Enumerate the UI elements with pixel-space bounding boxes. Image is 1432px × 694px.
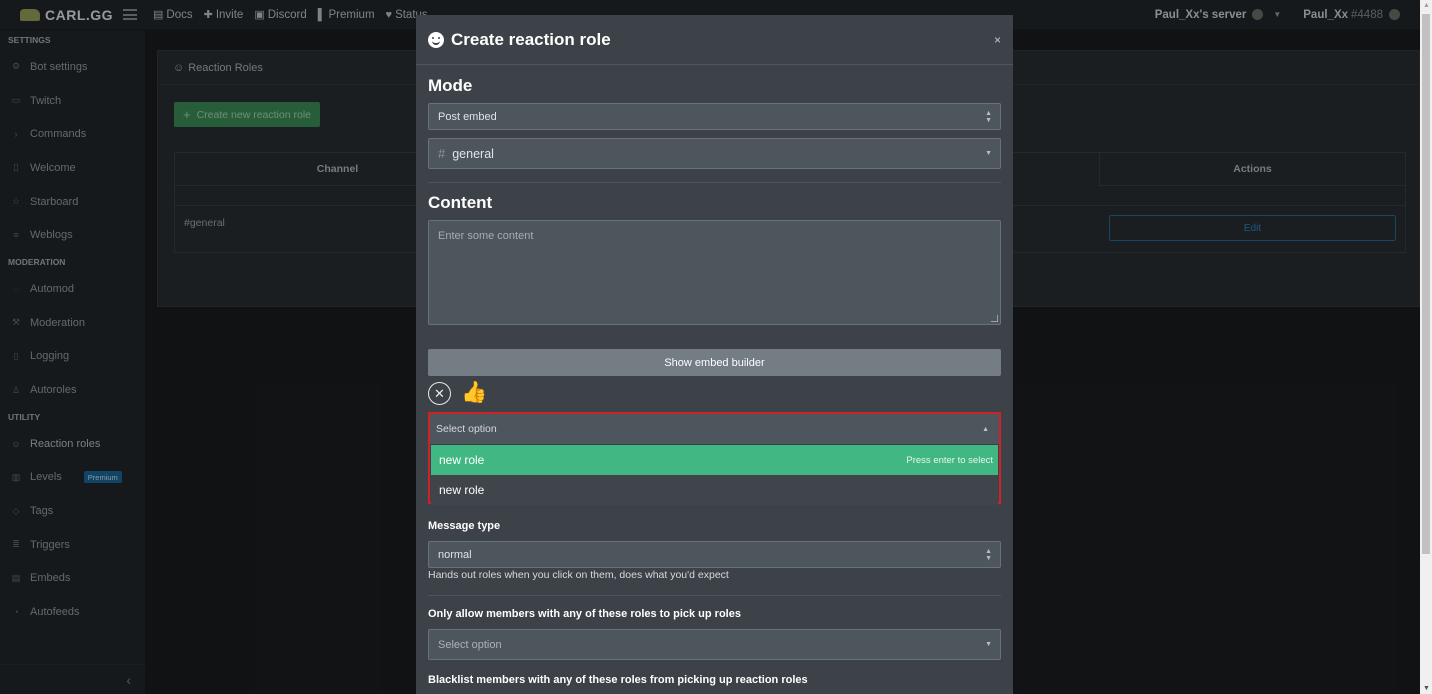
content-placeholder: Enter some content [438,230,534,242]
section-divider [428,595,1001,596]
allow-roles-placeholder: Select option [438,638,502,651]
message-type-value: normal [438,548,472,561]
mode-select[interactable]: Post embed ▲ ▼ [428,103,1001,130]
thumbs-up-emoji-icon[interactable]: 👍 [461,381,487,405]
remove-circle-icon[interactable]: ✕ [428,382,451,405]
mode-select-value: Post embed [438,110,497,123]
hash-icon: # [438,146,446,161]
content-heading: Content [428,193,493,212]
channel-select[interactable]: # general ▼ [428,138,1001,169]
scroll-down-icon[interactable]: ▼ [1423,685,1430,692]
option-label: new role [439,453,485,467]
sort-arrows-icon: ▲ ▼ [985,109,992,124]
scroll-up-icon[interactable]: ▲ [1423,2,1430,9]
page-scrollbar[interactable]: ▲ ▼ [1420,0,1432,694]
close-icon[interactable]: × [994,33,1001,47]
option-label: new role [439,483,485,497]
mode-heading: Mode [428,76,473,95]
message-type-label: Message type [428,520,501,532]
role-select-input[interactable]: Select option ▲ [430,414,999,445]
caret-up-icon: ▲ [982,425,989,433]
role-select-placeholder: Select option [436,423,497,435]
option-hint: Press enter to select [906,454,993,466]
role-option[interactable]: new role [431,475,998,505]
sort-arrows-icon: ▲ ▼ [985,547,992,562]
allow-roles-label: Only allow members with any of these rol… [428,608,741,620]
chevron-down-icon: ▼ [985,641,992,648]
message-type-select[interactable]: normal ▲ ▼ [428,541,1001,568]
content-textarea[interactable]: Enter some content [428,220,1001,325]
modal-title: Create reaction role [451,29,611,49]
role-select-dropdown[interactable]: Select option ▲ new role Press enter to … [428,412,1001,505]
modal-header: Create reaction role × [416,15,1013,65]
role-option-highlighted[interactable]: new role Press enter to select [431,445,998,475]
channel-select-value: general [452,146,494,161]
show-embed-builder-button[interactable]: Show embed builder [428,349,1001,376]
chevron-down-icon: ▼ [985,150,992,157]
blacklist-roles-label: Blacklist members with any of these role… [428,674,808,686]
section-divider [428,182,1001,183]
resize-handle-icon[interactable] [991,315,998,322]
scrollbar-thumb[interactable] [1422,14,1430,554]
allow-roles-select[interactable]: Select option ▼ [428,629,1001,660]
create-reaction-role-modal: Create reaction role × Mode Post embed ▲… [416,15,1013,694]
smile-icon [428,31,444,48]
message-type-help: Hands out roles when you click on them, … [428,569,729,581]
